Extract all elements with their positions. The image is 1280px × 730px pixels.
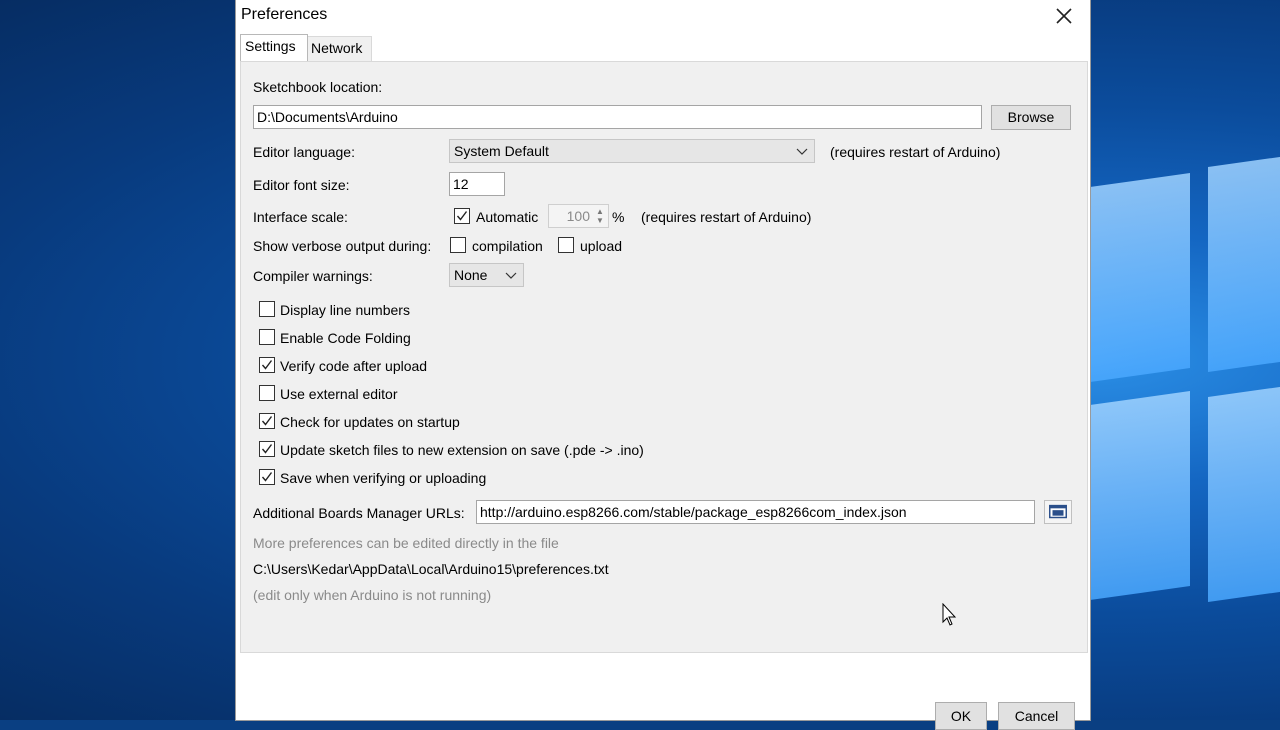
save-when-verifying-label: Save when verifying or uploading bbox=[280, 470, 487, 486]
checkmark-icon bbox=[456, 211, 468, 221]
automatic-checkbox[interactable] bbox=[454, 208, 470, 224]
upload-checkbox[interactable] bbox=[558, 237, 574, 253]
percent-sign: % bbox=[612, 209, 625, 225]
display-line-numbers-checkbox[interactable] bbox=[259, 301, 275, 317]
enable-code-folding-checkbox[interactable] bbox=[259, 329, 275, 345]
scale-value: 100 bbox=[566, 208, 590, 224]
preferences-file-path[interactable]: C:\Users\Kedar\AppData\Local\Arduino15\p… bbox=[253, 561, 609, 577]
check-updates-checkbox[interactable] bbox=[259, 413, 275, 429]
preferences-dialog: Preferences Settings Network Sketchbook … bbox=[236, 0, 1090, 730]
save-when-verifying-checkbox[interactable] bbox=[259, 469, 275, 485]
checkmark-icon bbox=[261, 360, 273, 370]
update-sketch-files-label: Update sketch files to new extension on … bbox=[280, 442, 644, 458]
verbose-label: Show verbose output during: bbox=[253, 238, 432, 254]
settings-panel: Sketchbook location: Browse Editor langu… bbox=[240, 61, 1088, 653]
check-updates-label: Check for updates on startup bbox=[280, 414, 460, 430]
spinner-arrows-icon[interactable]: ▲ ▼ bbox=[594, 207, 606, 225]
checkmark-icon bbox=[261, 444, 273, 454]
tab-network[interactable]: Network bbox=[306, 36, 372, 61]
close-button[interactable] bbox=[1052, 4, 1076, 28]
sketchbook-label: Sketchbook location: bbox=[253, 79, 383, 95]
more-preferences-note: More preferences can be edited directly … bbox=[253, 535, 559, 551]
automatic-label: Automatic bbox=[476, 209, 539, 225]
title-bar: Preferences bbox=[236, 0, 1090, 32]
verify-code-label: Verify code after upload bbox=[280, 358, 428, 374]
scale-restart-note: (requires restart of Arduino) bbox=[641, 209, 812, 225]
use-external-editor-label: Use external editor bbox=[280, 386, 398, 402]
upload-label: upload bbox=[580, 238, 623, 254]
compiler-warnings-label: Compiler warnings: bbox=[253, 268, 373, 284]
mouse-cursor-icon bbox=[942, 603, 957, 626]
compilation-label: compilation bbox=[472, 238, 543, 254]
cancel-button[interactable]: Cancel bbox=[998, 702, 1075, 730]
close-icon bbox=[1056, 8, 1072, 24]
font-size-input[interactable] bbox=[449, 172, 505, 196]
chevron-down-icon bbox=[505, 272, 517, 279]
language-restart-note: (requires restart of Arduino) bbox=[830, 144, 1001, 160]
compiler-warnings-select[interactable]: None bbox=[449, 263, 524, 287]
editor-language-value: System Default bbox=[454, 143, 549, 159]
display-line-numbers-label: Display line numbers bbox=[280, 302, 410, 318]
chevron-down-icon bbox=[796, 148, 808, 155]
edit-note: (edit only when Arduino is not running) bbox=[253, 587, 492, 603]
browse-button[interactable]: Browse bbox=[991, 105, 1071, 130]
interface-scale-label: Interface scale: bbox=[253, 209, 348, 225]
verify-code-checkbox[interactable] bbox=[259, 357, 275, 373]
compiler-warnings-value: None bbox=[454, 267, 488, 283]
windows-logo bbox=[1080, 150, 1280, 670]
enable-code-folding-label: Enable Code Folding bbox=[280, 330, 411, 346]
ok-button[interactable]: OK bbox=[935, 702, 987, 730]
update-sketch-files-checkbox[interactable] bbox=[259, 441, 275, 457]
edit-urls-button[interactable] bbox=[1044, 500, 1072, 524]
compilation-checkbox[interactable] bbox=[450, 237, 466, 253]
window-title: Preferences bbox=[241, 6, 328, 23]
boards-urls-input[interactable] bbox=[476, 500, 1035, 524]
font-size-label: Editor font size: bbox=[253, 177, 350, 193]
tab-settings[interactable]: Settings bbox=[240, 34, 308, 61]
editor-language-label: Editor language: bbox=[253, 144, 355, 160]
window-list-icon bbox=[1049, 504, 1067, 519]
checkmark-icon bbox=[261, 416, 273, 426]
use-external-editor-checkbox[interactable] bbox=[259, 385, 275, 401]
sketchbook-location-input[interactable] bbox=[253, 105, 982, 129]
scale-spinner[interactable]: 100 ▲ ▼ bbox=[548, 204, 609, 228]
editor-language-select[interactable]: System Default bbox=[449, 139, 815, 163]
checkmark-icon bbox=[261, 472, 273, 482]
boards-urls-label: Additional Boards Manager URLs: bbox=[253, 505, 465, 521]
